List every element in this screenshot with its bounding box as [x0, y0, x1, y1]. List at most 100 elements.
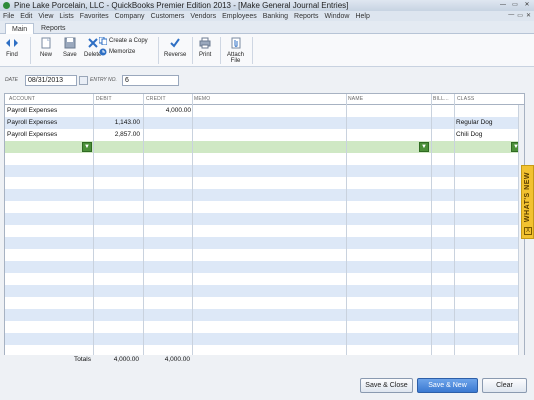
- table-row[interactable]: [5, 177, 524, 189]
- table-row-active[interactable]: ▼ ▼ ▼: [5, 141, 524, 153]
- find-arrows-icon: [6, 39, 18, 47]
- table-row[interactable]: [5, 285, 524, 297]
- col-account[interactable]: ACCOUNT: [9, 96, 35, 102]
- table-row[interactable]: [5, 237, 524, 249]
- table-row[interactable]: [5, 321, 524, 333]
- table-row[interactable]: [5, 273, 524, 285]
- menu-reports[interactable]: Reports: [294, 13, 319, 20]
- toolbar-separator: [252, 37, 253, 64]
- toolbar-separator: [158, 37, 159, 64]
- tab-reports[interactable]: Reports: [35, 23, 72, 34]
- table-row[interactable]: Payroll Expenses 1,143.00 Regular Dog: [5, 117, 524, 129]
- entry-no-label: ENTRY NO.: [90, 77, 117, 83]
- menu-favorites[interactable]: Favorites: [80, 13, 109, 20]
- create-copy-button[interactable]: Create a Copy: [99, 37, 148, 45]
- menu-file[interactable]: File: [3, 13, 14, 20]
- menu-employees[interactable]: Employees: [222, 13, 257, 20]
- memorize-icon: [99, 48, 107, 56]
- delete-x-icon: [87, 38, 98, 48]
- attach-file-button[interactable]: Attach File: [227, 37, 244, 64]
- whats-new-tab[interactable]: WHAT'S NEW X: [521, 165, 534, 239]
- table-row[interactable]: [5, 333, 524, 345]
- menu-vendors[interactable]: Vendors: [190, 13, 216, 20]
- print-label: Print: [199, 52, 212, 58]
- col-billable[interactable]: BILL...: [433, 96, 449, 102]
- new-document-icon: [41, 37, 51, 49]
- doc-minimize-button[interactable]: —: [508, 12, 514, 19]
- new-button[interactable]: New: [40, 37, 52, 58]
- toolbar-separator: [220, 37, 221, 64]
- document-window-controls: — ▭ ✕: [508, 12, 531, 19]
- maximize-button[interactable]: ▭: [510, 1, 520, 9]
- debit-cell[interactable]: 2,857.00: [95, 131, 140, 138]
- col-name[interactable]: NAME: [348, 96, 363, 102]
- col-debit[interactable]: DEBIT: [96, 96, 112, 102]
- table-row[interactable]: [5, 189, 524, 201]
- copy-icon: [99, 37, 107, 45]
- name-dropdown-icon[interactable]: ▼: [419, 142, 429, 152]
- clear-button[interactable]: Clear: [482, 378, 527, 393]
- menu-company[interactable]: Company: [115, 13, 145, 20]
- table-row[interactable]: [5, 153, 524, 165]
- col-credit[interactable]: CREDIT: [146, 96, 166, 102]
- print-button[interactable]: Print: [199, 37, 211, 58]
- save-new-button[interactable]: Save & New: [417, 378, 478, 393]
- class-cell[interactable]: Regular Dog: [456, 119, 493, 126]
- reverse-button[interactable]: Reverse: [164, 37, 186, 58]
- date-label: DATE: [5, 77, 18, 83]
- account-cell[interactable]: Payroll Expenses: [7, 119, 57, 126]
- account-cell[interactable]: Payroll Expenses: [7, 131, 57, 138]
- table-row[interactable]: Payroll Expenses 2,857.00 Chili Dog: [5, 129, 524, 141]
- journal-grid: ACCOUNT DEBIT CREDIT MEMO NAME BILL... C…: [4, 93, 525, 357]
- window-title: Pine Lake Porcelain, LLC - QuickBooks Pr…: [14, 1, 349, 10]
- table-row[interactable]: [5, 297, 524, 309]
- toolbar-separator: [192, 37, 193, 64]
- debit-cell[interactable]: 1,143.00: [95, 119, 140, 126]
- credit-cell[interactable]: 4,000.00: [146, 107, 191, 114]
- table-row[interactable]: [5, 261, 524, 273]
- close-button[interactable]: ✕: [522, 1, 532, 9]
- window-controls: — ▭ ✕: [498, 1, 532, 9]
- column-divider: [143, 94, 144, 356]
- save-button[interactable]: Save: [63, 37, 77, 58]
- column-divider: [192, 94, 193, 356]
- title-bar: Pine Lake Porcelain, LLC - QuickBooks Pr…: [0, 0, 534, 11]
- doc-close-button[interactable]: ✕: [526, 12, 531, 19]
- class-cell[interactable]: Chili Dog: [456, 131, 482, 138]
- column-divider: [346, 94, 347, 356]
- table-row[interactable]: [5, 249, 524, 261]
- grid-header: ACCOUNT DEBIT CREDIT MEMO NAME BILL... C…: [5, 94, 524, 105]
- toolbar: Find New Save Delete Create a Copy Memor…: [0, 34, 534, 67]
- doc-restore-button[interactable]: ▭: [517, 12, 523, 19]
- table-row[interactable]: [5, 225, 524, 237]
- table-row[interactable]: [5, 213, 524, 225]
- find-button[interactable]: Find: [6, 37, 18, 58]
- attach-file-label-2: File: [230, 58, 241, 64]
- calendar-icon[interactable]: [79, 76, 88, 85]
- col-class[interactable]: CLASS: [457, 96, 474, 102]
- menu-banking[interactable]: Banking: [263, 13, 288, 20]
- date-field[interactable]: 08/31/2013: [25, 75, 77, 86]
- save-close-button[interactable]: Save & Close: [360, 378, 413, 393]
- menu-window[interactable]: Window: [325, 13, 350, 20]
- tab-main[interactable]: Main: [5, 23, 35, 34]
- table-row[interactable]: Payroll Expenses 4,000.00: [5, 105, 524, 117]
- table-row[interactable]: [5, 309, 524, 321]
- table-row[interactable]: [5, 201, 524, 213]
- table-row[interactable]: [5, 165, 524, 177]
- account-cell[interactable]: Payroll Expenses: [7, 107, 57, 114]
- menu-view[interactable]: View: [38, 13, 53, 20]
- menu-customers[interactable]: Customers: [151, 13, 185, 20]
- col-memo[interactable]: MEMO: [194, 96, 210, 102]
- ribbon-tabs: Main Reports: [0, 21, 534, 34]
- column-divider: [431, 94, 432, 356]
- menu-edit[interactable]: Edit: [20, 13, 32, 20]
- menu-lists[interactable]: Lists: [59, 13, 73, 20]
- menu-help[interactable]: Help: [355, 13, 369, 20]
- new-label: New: [40, 52, 53, 58]
- minimize-button[interactable]: —: [498, 1, 508, 9]
- entry-no-field[interactable]: 6: [122, 75, 179, 86]
- whats-new-close-icon[interactable]: X: [524, 227, 532, 235]
- account-dropdown-icon[interactable]: ▼: [82, 142, 92, 152]
- memorize-button[interactable]: Memorize: [99, 48, 135, 56]
